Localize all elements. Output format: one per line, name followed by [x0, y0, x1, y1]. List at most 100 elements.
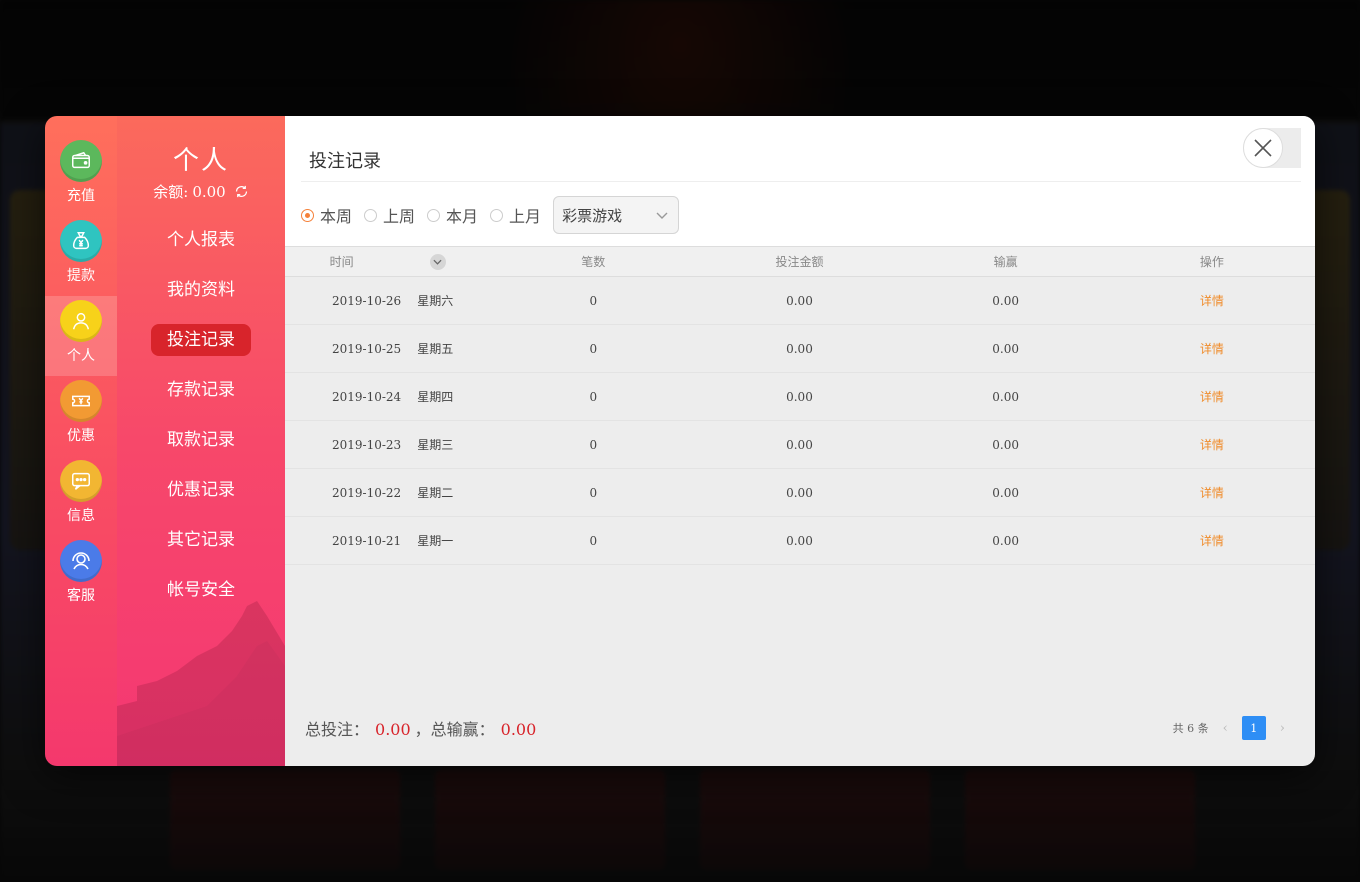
details-link[interactable]: 详情 [1200, 438, 1224, 452]
page-title: 投注记录 [309, 151, 381, 172]
action-cell: 详情 [1109, 373, 1315, 421]
weekday: 星期一 [417, 534, 454, 548]
weekday: 星期六 [417, 294, 454, 308]
count-cell: 0 [589, 341, 598, 356]
filter-bar: 本周 上周 本月 上月 彩票游戏 [301, 196, 680, 234]
chevron-right-icon[interactable]: › [1280, 721, 1285, 736]
menu-item-deposit-records[interactable]: 存款记录 [151, 374, 251, 406]
balance-value: 0.00 [192, 182, 226, 201]
rail-label: 个人 [67, 348, 95, 364]
action-cell: 详情 [1109, 469, 1315, 517]
details-link[interactable]: 详情 [1200, 390, 1224, 404]
win-cell: 0.00 [992, 437, 1020, 452]
date: 2019-10-22 [332, 486, 402, 500]
date: 2019-10-21 [332, 534, 402, 548]
date-cell: 2019-10-21 星期一 [285, 517, 490, 565]
rail-item-messages[interactable]: 信息 [45, 456, 117, 536]
weekday: 星期五 [417, 342, 454, 356]
date-cell: 2019-10-22 星期二 [285, 469, 490, 517]
action-cell: 详情 [1109, 517, 1315, 565]
menu-item-personal-report[interactable]: 个人报表 [151, 224, 251, 256]
column-header-count: 笔数 [581, 255, 606, 269]
content-panel: 投注记录 本周 上周 本月 上月 彩票游戏 时间 笔数 投注金额 输赢 操作 2… [285, 116, 1315, 766]
menu-item-other-records[interactable]: 其它记录 [151, 524, 251, 556]
rail-label: 充值 [67, 188, 95, 204]
balance: 余额: 0.00 [117, 181, 285, 202]
radio-this-week[interactable]: 本周 [301, 203, 352, 227]
balance-label: 余额: [153, 183, 189, 201]
table-row: 2019-10-23 星期三 0 0.00 0.00 详情 [285, 421, 1315, 469]
bet-records-table: 时间 笔数 投注金额 输赢 操作 2019-10-26 星期六 0 0.00 0… [285, 246, 1315, 565]
total-bet-value: 0.00 [375, 720, 411, 739]
column-header-win-loss: 输赢 [993, 255, 1018, 269]
refresh-icon[interactable] [234, 184, 249, 199]
menu-item-bet-records[interactable]: 投注记录 [151, 324, 251, 356]
amount-cell: 0.00 [786, 533, 813, 548]
date: 2019-10-23 [332, 438, 402, 452]
page-button[interactable]: 1 [1241, 716, 1266, 740]
close-button[interactable] [1243, 128, 1301, 168]
amount-cell: 0.00 [786, 437, 813, 452]
money-bag-icon [60, 220, 102, 262]
win-cell: 0.00 [992, 293, 1020, 308]
weekday: 星期四 [417, 390, 454, 404]
chevron-down-icon [656, 206, 668, 224]
rail-item-withdraw[interactable]: 提款 [45, 216, 117, 296]
date-cell: 2019-10-24 星期四 [285, 373, 490, 421]
rail-item-deposit[interactable]: 充值 [45, 136, 117, 216]
totals-summary: 总投注： 0.00 ，总输赢： 0.00 [305, 716, 540, 740]
total-count: 共 6 条 [1172, 722, 1209, 735]
win-cell: 0.00 [992, 341, 1020, 356]
select-value: 彩票游戏 [562, 206, 623, 225]
menu-title: 个人 [172, 146, 229, 176]
table-header-row: 时间 笔数 投注金额 输赢 操作 [285, 246, 1315, 277]
chevron-left-icon[interactable]: ‹ [1223, 721, 1228, 736]
details-link[interactable]: 详情 [1200, 486, 1224, 500]
radio-this-month[interactable]: 本月 [427, 203, 478, 227]
total-bet-label: 总投注： [305, 720, 370, 739]
table-row: 2019-10-21 星期一 0 0.00 0.00 详情 [285, 517, 1315, 565]
rail-item-personal[interactable]: 个人 [45, 296, 117, 376]
game-type-select[interactable]: 彩票游戏 [553, 196, 680, 234]
rail-item-support[interactable]: 客服 [45, 536, 117, 616]
menu-item-account-security[interactable]: 帐号安全 [151, 574, 251, 606]
count-cell: 0 [589, 293, 598, 308]
column-header-action: 操作 [1199, 255, 1224, 269]
column-header-time: 时间 [285, 247, 490, 277]
action-cell: 详情 [1109, 421, 1315, 469]
radio-label: 上周 [383, 207, 416, 226]
radio-label: 上月 [509, 207, 542, 226]
total-win-value: 0.00 [500, 720, 537, 739]
action-cell: 详情 [1109, 325, 1315, 373]
radio-last-week[interactable]: 上周 [364, 203, 415, 227]
column-header-label: 时间 [329, 254, 354, 269]
count-cell: 0 [589, 389, 598, 404]
table-row: 2019-10-26 星期六 0 0.00 0.00 详情 [285, 277, 1315, 325]
menu-item-withdraw-records[interactable]: 取款记录 [151, 424, 251, 456]
details-link[interactable]: 详情 [1200, 342, 1224, 356]
weekday: 星期二 [417, 486, 454, 500]
radio-last-month[interactable]: 上月 [490, 203, 541, 227]
date: 2019-10-25 [332, 342, 402, 356]
table-row: 2019-10-22 星期二 0 0.00 0.00 详情 [285, 469, 1315, 517]
user-icon [60, 300, 102, 342]
content-header: 投注记录 本周 上周 本月 上月 彩票游戏 [285, 116, 1315, 246]
amount-cell: 0.00 [786, 389, 813, 404]
rail-item-promotions[interactable]: 优惠 [45, 376, 117, 456]
count-cell: 0 [589, 533, 598, 548]
date: 2019-10-24 [332, 390, 402, 404]
chevron-down-icon[interactable] [429, 254, 446, 271]
details-link[interactable]: 详情 [1200, 294, 1224, 308]
menu-item-my-profile[interactable]: 我的资料 [151, 274, 251, 306]
amount-cell: 0.00 [786, 341, 813, 356]
count-cell: 0 [589, 437, 598, 452]
details-link[interactable]: 详情 [1200, 534, 1224, 548]
radio-label: 本周 [320, 207, 353, 226]
win-cell: 0.00 [992, 533, 1020, 548]
personal-menu: 个人 余额: 0.00 个人报表 我的资料 投注记录 存款记录 取款记录 优惠记录… [117, 116, 285, 766]
radio-label: 本月 [446, 207, 479, 226]
content-footer: 总投注： 0.00 ，总输赢： 0.00 共 6 条 ‹ 1 › [305, 714, 1285, 742]
radio-dot [427, 208, 441, 222]
headset-icon [60, 540, 102, 582]
menu-item-promo-records[interactable]: 优惠记录 [151, 474, 251, 506]
